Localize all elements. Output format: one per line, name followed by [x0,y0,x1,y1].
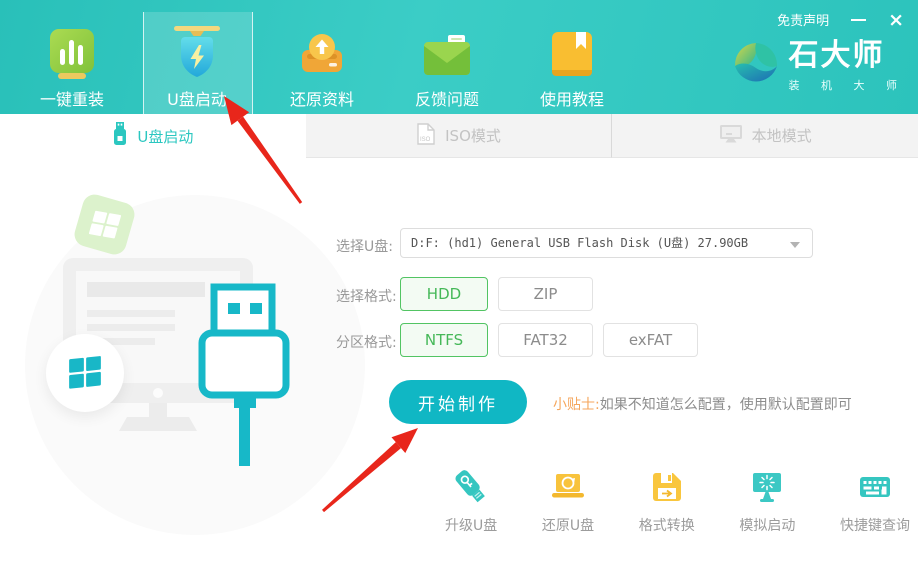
partition-option-fat32[interactable]: FAT32 [498,323,593,357]
iso-file-icon: ISO [416,122,436,150]
minimize-icon[interactable] [851,19,866,21]
usb-select-dropdown[interactable]: D:F: (hd1) General USB Flash Disk (U盘) 2… [400,228,813,258]
mail-icon [421,24,473,82]
format-option-zip[interactable]: ZIP [498,277,593,311]
partition-select-label: 分区格式: [336,332,397,352]
brand-name: 石大师 [789,40,907,72]
tool-restore-usb[interactable]: 还原U盘 [542,468,594,535]
keyboard-icon [857,468,893,506]
partition-option-ntfs[interactable]: NTFS [400,323,488,357]
tip-prefix: 小贴士: [553,397,600,413]
monitor-icon [719,124,743,148]
nav-label: U盘启动 [167,86,227,110]
main-panel: 选择U盘: D:F: (hd1) General USB Flash Disk … [0,158,918,579]
book-icon [549,24,595,82]
usb-plug-illustration [196,283,296,477]
disclaimer-link[interactable]: 免责声明 [777,10,829,29]
nav-label: 使用教程 [540,86,604,110]
app-window: 一键重装 U盘启动 [0,0,918,579]
header-bar: 一键重装 U盘启动 [0,0,918,114]
main-nav: 一键重装 U盘启动 [22,0,647,114]
titlebar-controls: 免责声明 × [777,10,904,29]
partition-options: NTFS FAT32 exFAT [400,323,698,357]
brand-swirl-icon [731,40,779,92]
tab-usb-boot[interactable]: U盘启动 [0,114,306,158]
floppy-convert-icon [650,468,684,506]
nav-item-tutorial[interactable]: 使用教程 [522,0,622,114]
tool-label: 模拟启动 [739,515,795,535]
tab-label: ISO模式 [445,125,501,146]
format-select-label: 选择格式: [336,286,397,306]
nav-label: 还原资料 [290,86,354,110]
start-make-button[interactable]: 开始制作 [389,380,527,424]
close-icon[interactable]: × [888,12,904,28]
bar-chart-icon [48,24,96,82]
mode-tabs: U盘启动 ISO ISO模式 本地模式 [0,114,918,158]
brand-logo: 石大师 装 机 大 师 [731,40,907,93]
tool-format-convert[interactable]: 格式转换 [639,468,695,535]
tool-label: 快捷键查询 [840,515,910,535]
tool-simulate-boot[interactable]: 模拟启动 [739,468,795,535]
tab-local-mode[interactable]: 本地模式 [611,114,918,158]
tool-label: 升级U盘 [445,515,497,535]
svg-text:ISO: ISO [420,137,431,143]
nav-label: 一键重装 [40,86,104,110]
tool-hotkey-lookup[interactable]: 快捷键查询 [840,468,910,535]
usb-upgrade-icon [453,468,489,506]
utility-toolbar: 升级U盘 还原U盘 [445,468,910,535]
format-options: HDD ZIP [400,277,593,311]
nav-item-usb-boot[interactable]: U盘启动 [147,0,247,114]
usb-select-label: 选择U盘: [336,236,393,256]
nav-item-reinstall[interactable]: 一键重装 [22,0,122,114]
tip-text: 小贴士:如果不知道怎么配置，使用默认配置即可 [553,394,852,414]
restore-box-icon [296,24,348,82]
brand-subtitle: 装 机 大 师 [789,77,907,93]
tab-label: 本地模式 [752,125,812,146]
tab-label: U盘启动 [137,126,193,147]
nav-item-feedback[interactable]: 反馈问题 [397,0,497,114]
format-option-hdd[interactable]: HDD [400,277,488,311]
tab-iso-mode[interactable]: ISO ISO模式 [306,114,612,158]
shield-bolt-icon [171,24,223,82]
usb-drive-icon [112,122,128,150]
chevron-down-icon [790,242,800,248]
partition-option-exfat[interactable]: exFAT [603,323,698,357]
nav-label: 反馈问题 [415,86,479,110]
windows-logo-badge [46,334,124,412]
tool-label: 格式转换 [639,515,695,535]
tool-label: 还原U盘 [542,515,594,535]
usb-select-value: D:F: (hd1) General USB Flash Disk (U盘) 2… [411,229,748,257]
laptop-restore-icon [550,468,586,506]
monitor-boot-icon [749,468,785,506]
nav-item-restore-data[interactable]: 还原资料 [272,0,372,114]
tool-upgrade-usb[interactable]: 升级U盘 [445,468,497,535]
